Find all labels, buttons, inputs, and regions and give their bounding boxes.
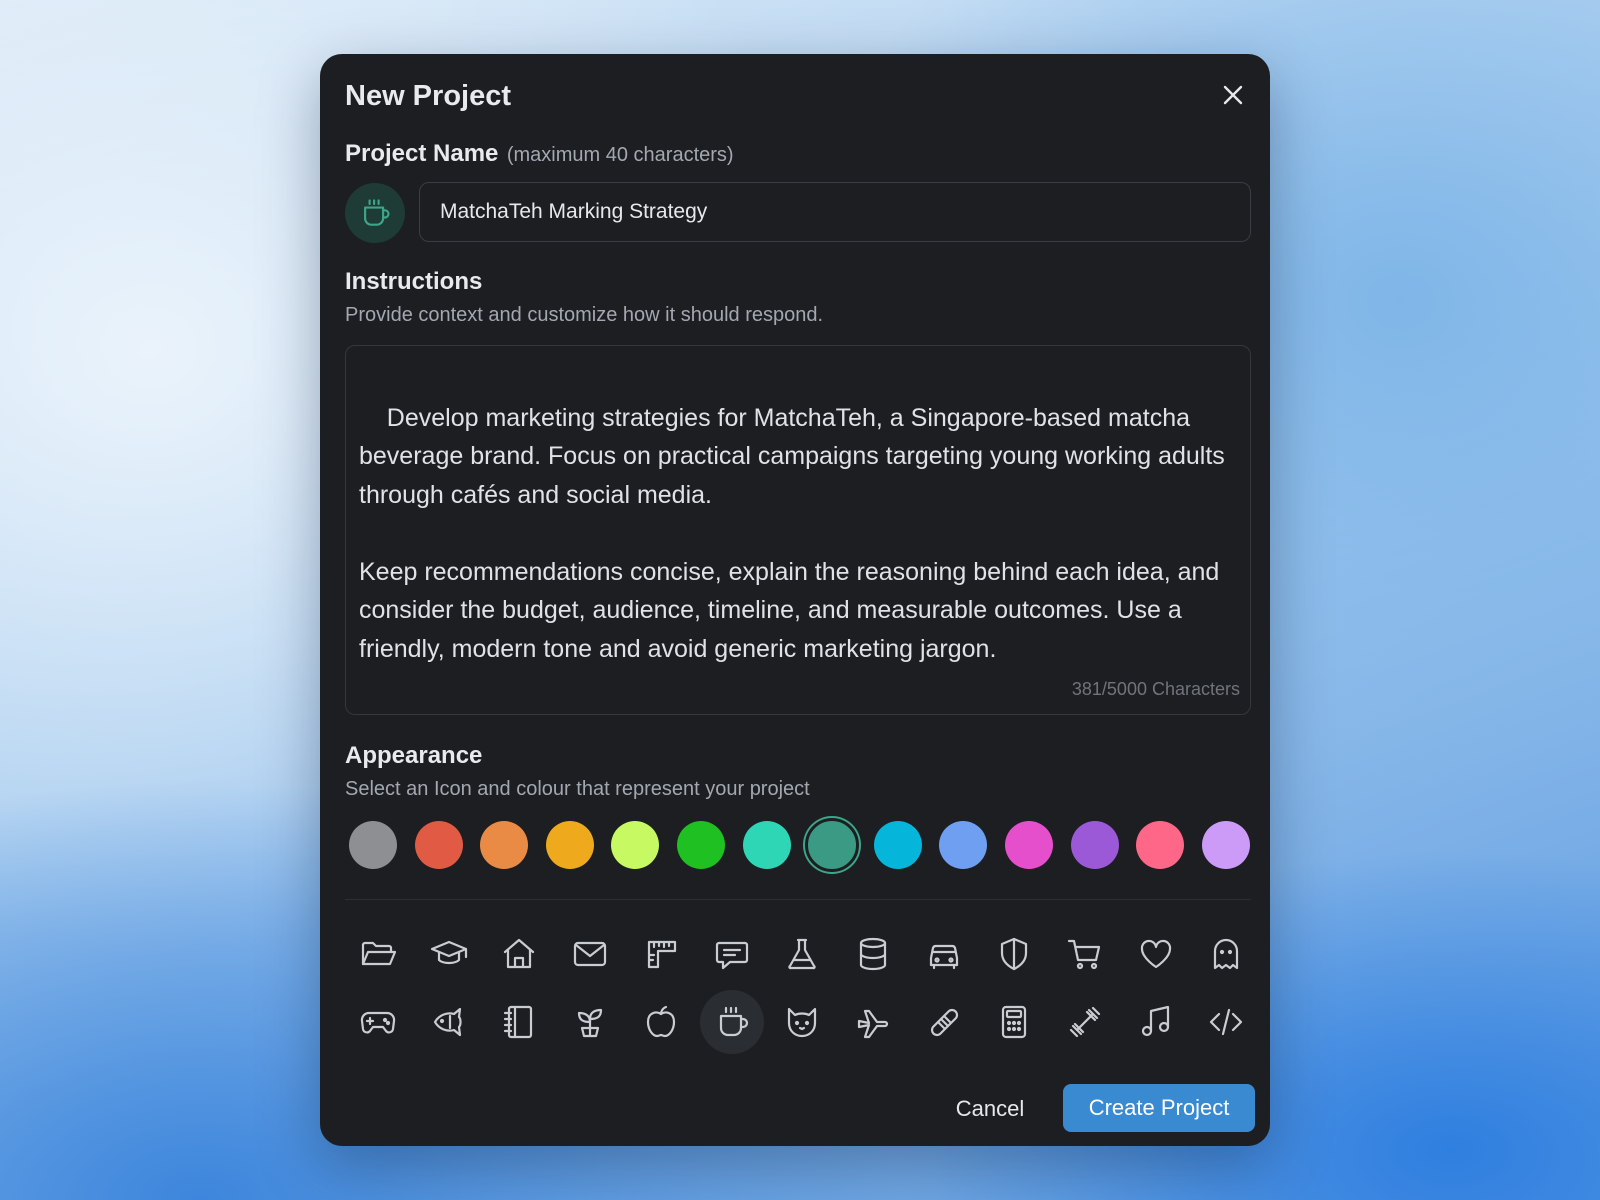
chat-icon	[715, 941, 748, 970]
icon-option-ghost-icon[interactable]	[1194, 922, 1258, 986]
notebook-icon	[504, 1005, 533, 1039]
icon-option-database-icon[interactable]	[841, 922, 905, 986]
instructions-text: Develop marketing strategies for MatchaT…	[359, 403, 1225, 663]
icon-option-apple-icon[interactable]	[629, 990, 693, 1054]
color-swatch[interactable]	[805, 818, 860, 872]
icon-option-music-icon[interactable]	[1124, 990, 1188, 1054]
color-swatch[interactable]	[1201, 821, 1250, 869]
icon-option-car-icon[interactable]	[912, 922, 976, 986]
instructions-description: Provide context and customize how it sho…	[345, 304, 824, 326]
dumbbell-icon	[1069, 1006, 1101, 1038]
close-icon[interactable]	[1220, 82, 1246, 108]
calculator-icon	[1002, 1005, 1027, 1039]
coffee-cup-icon	[719, 1006, 748, 1037]
icon-option-folder-icon[interactable]	[346, 922, 410, 986]
color-swatch[interactable]	[677, 821, 725, 869]
icon-option-dumbbell-icon[interactable]	[1053, 990, 1117, 1054]
icon-option-gamepad-icon[interactable]	[346, 990, 410, 1054]
color-swatch[interactable]	[1070, 821, 1119, 869]
graduation-cap-icon	[430, 940, 467, 965]
appearance-description: Select an Icon and colour that represent…	[345, 778, 810, 800]
color-swatch[interactable]	[873, 821, 922, 869]
icon-picker-grid	[345, 922, 1251, 1072]
project-icon-badge[interactable]	[345, 183, 405, 243]
color-swatch[interactable]	[349, 821, 397, 869]
plane-icon	[857, 1009, 888, 1039]
heart-icon	[1140, 939, 1171, 969]
car-icon	[929, 944, 958, 970]
icon-option-notebook-icon[interactable]	[487, 990, 551, 1054]
icon-option-plane-icon[interactable]	[841, 990, 905, 1054]
icon-option-flask-icon[interactable]	[770, 922, 834, 986]
character-count: 381/5000 Characters	[1071, 678, 1240, 699]
flask-icon	[788, 938, 816, 970]
folder-icon	[361, 941, 397, 966]
icon-option-ruler-icon[interactable]	[629, 922, 693, 986]
icon-option-calculator-icon[interactable]	[982, 990, 1046, 1054]
gamepad-icon	[360, 1011, 396, 1034]
divider	[345, 899, 1251, 900]
color-swatch[interactable]	[939, 821, 988, 869]
new-project-dialog: New Project Project Name (maximum 40 cha…	[320, 54, 1270, 1146]
icon-option-heart-icon[interactable]	[1124, 922, 1188, 986]
color-swatch[interactable]	[611, 821, 660, 869]
icon-option-bandage-icon[interactable]	[912, 990, 976, 1054]
project-name-label-row: Project Name (maximum 40 characters)	[345, 140, 734, 168]
project-name-input[interactable]: MatchaTeh Marking Strategy	[419, 182, 1251, 242]
dialog-title: New Project	[345, 80, 511, 112]
color-swatch[interactable]	[1136, 821, 1185, 869]
icon-option-mail-icon[interactable]	[558, 922, 622, 986]
cat-icon	[788, 1007, 817, 1038]
instructions-textarea[interactable]: Develop marketing strategies for MatchaT…	[345, 345, 1251, 715]
icon-option-sprout-icon[interactable]	[558, 990, 622, 1054]
music-icon	[1141, 1005, 1169, 1037]
home-icon	[504, 938, 535, 969]
color-swatch[interactable]	[545, 821, 594, 869]
color-swatch[interactable]	[414, 821, 463, 869]
cart-icon	[1067, 939, 1101, 970]
project-name-hint: (maximum 40 characters)	[506, 144, 734, 166]
icon-option-cat-icon[interactable]	[770, 990, 834, 1054]
appearance-label: Appearance	[345, 742, 483, 769]
coffee-cup-icon	[364, 199, 390, 226]
icon-option-graduation-cap-icon[interactable]	[417, 922, 481, 986]
ruler-icon	[647, 940, 676, 969]
icon-option-shield-icon[interactable]	[982, 922, 1046, 986]
mail-icon	[573, 941, 607, 967]
icon-option-coffee-cup-icon[interactable]	[699, 990, 764, 1054]
color-swatch[interactable]	[480, 821, 529, 869]
apple-icon	[646, 1005, 675, 1038]
ghost-icon	[1214, 938, 1239, 970]
icon-option-home-icon[interactable]	[487, 922, 551, 986]
instructions-label: Instructions	[345, 268, 483, 295]
icon-option-cart-icon[interactable]	[1053, 922, 1117, 986]
create-project-button[interactable]: Create Project	[1063, 1084, 1255, 1132]
database-icon	[859, 937, 886, 971]
cancel-button[interactable]: Cancel	[936, 1085, 1044, 1133]
code-icon	[1210, 1008, 1243, 1036]
fish-icon	[433, 1007, 462, 1037]
icon-option-chat-icon[interactable]	[700, 922, 764, 986]
shield-icon	[1001, 937, 1028, 971]
color-swatch-row	[349, 818, 1251, 872]
color-swatch[interactable]	[742, 821, 791, 869]
sprout-icon	[577, 1008, 603, 1038]
color-swatch[interactable]	[1005, 821, 1053, 869]
icon-option-code-icon[interactable]	[1194, 990, 1258, 1054]
bandage-icon	[930, 1008, 958, 1037]
project-name-label: Project Name	[345, 140, 499, 167]
icon-option-fish-icon[interactable]	[417, 990, 481, 1054]
